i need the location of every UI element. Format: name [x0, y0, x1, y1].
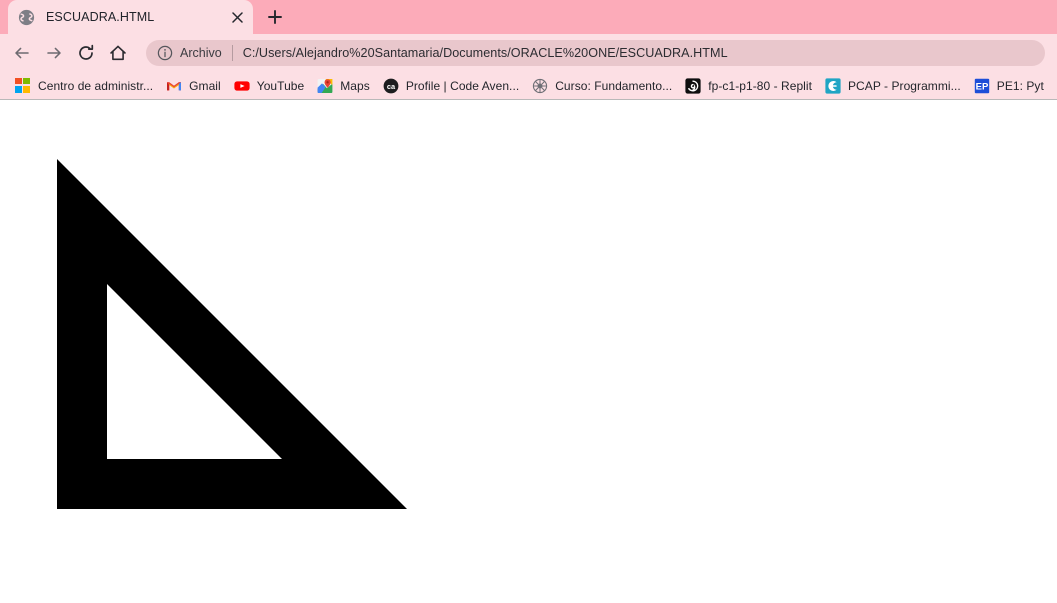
browser-window: ESCUADRA.HTML Archivo C:/Users/Alejandro…: [0, 0, 1057, 603]
bookmark-label: fp-c1-p1-80 - Replit: [708, 78, 812, 93]
bookmark-label: PCAP - Programmi...: [848, 78, 961, 93]
escuadra-shape: [57, 159, 407, 509]
navigation-toolbar: Archivo C:/Users/Alejandro%20Santamaria/…: [0, 34, 1057, 72]
address-bar[interactable]: Archivo C:/Users/Alejandro%20Santamaria/…: [146, 40, 1045, 66]
bookmark-maps[interactable]: Maps: [312, 75, 377, 97]
tab-strip: ESCUADRA.HTML: [0, 0, 1057, 34]
svg-text:ca: ca: [387, 82, 396, 91]
bookmark-pcap[interactable]: PCAP - Programmi...: [820, 75, 968, 97]
browser-tab-escuadra[interactable]: ESCUADRA.HTML: [8, 0, 253, 34]
new-tab-button[interactable]: [261, 3, 289, 31]
replit-icon: [685, 77, 701, 94]
pcap-icon: [825, 77, 841, 94]
bookmark-centro-de-administracion[interactable]: Centro de administr...: [10, 75, 160, 97]
bookmark-code-avengers[interactable]: ca Profile | Code Aven...: [378, 75, 526, 97]
code-avengers-icon: ca: [383, 78, 399, 94]
globe-icon: [18, 9, 35, 26]
bookmark-curso-fundamentos[interactable]: Curso: Fundamento...: [527, 75, 679, 97]
escuadra-path: [57, 159, 407, 509]
bookmarks-bar: Centro de administr... Gmail YouTube Map…: [0, 72, 1057, 100]
google-maps-icon: [317, 78, 333, 94]
url-text[interactable]: C:/Users/Alejandro%20Santamaria/Document…: [243, 46, 1033, 60]
info-circle-icon[interactable]: [157, 45, 173, 61]
forward-button[interactable]: [40, 39, 68, 67]
bookmark-label: Gmail: [189, 78, 221, 93]
gmail-icon: [166, 78, 182, 94]
page-content-area: [0, 100, 1057, 603]
reload-icon: [79, 44, 94, 60]
bookmark-label: Centro de administr...: [38, 78, 154, 93]
microsoft-logo-icon: [15, 77, 31, 94]
bookmark-label: PE1: Pyt: [996, 78, 1044, 93]
bookmark-gmail[interactable]: Gmail: [161, 75, 228, 97]
bookmark-pe1-python[interactable]: EP PE1: Pyt: [969, 75, 1051, 97]
bookmark-youtube[interactable]: YouTube: [229, 75, 312, 97]
youtube-icon: [234, 78, 250, 94]
edube-icon: EP: [974, 78, 990, 94]
bookmark-replit[interactable]: fp-c1-p1-80 - Replit: [680, 75, 819, 97]
tab-title: ESCUADRA.HTML: [46, 10, 155, 24]
close-icon[interactable]: [227, 7, 247, 27]
bookmark-label: Profile | Code Aven...: [405, 78, 520, 93]
home-button[interactable]: [104, 39, 132, 67]
back-button[interactable]: [8, 39, 36, 67]
url-scheme-label: Archivo: [180, 46, 222, 60]
omnibox-divider: [231, 45, 233, 61]
bookmark-label: Maps: [340, 78, 370, 93]
bookmark-label: YouTube: [256, 78, 305, 93]
arrow-right-icon: [47, 47, 61, 59]
svg-text:EP: EP: [975, 81, 988, 92]
plus-icon: [268, 10, 282, 24]
moodle-icon: [532, 78, 548, 94]
reload-button[interactable]: [72, 39, 100, 67]
arrow-left-icon: [15, 47, 29, 59]
home-icon: [110, 45, 126, 61]
bookmark-label: Curso: Fundamento...: [555, 78, 673, 93]
